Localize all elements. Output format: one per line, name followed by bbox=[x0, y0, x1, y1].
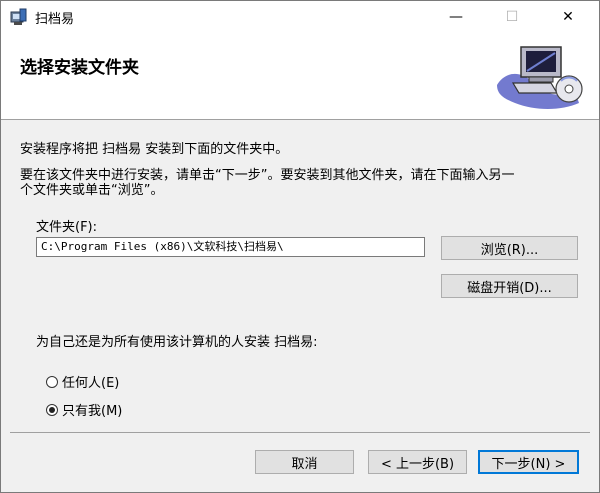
app-icon bbox=[10, 8, 27, 25]
browse-button-label: 浏览(R)... bbox=[480, 242, 539, 258]
computer-disc-icon bbox=[497, 46, 583, 109]
next-button-label: 下一步(N) > bbox=[491, 456, 566, 472]
maximize-icon: ☐ bbox=[505, 8, 519, 25]
instruction-text-line-2: 个文件夹或单击“浏览”。 bbox=[20, 183, 164, 198]
wizard-header: 选择安装文件夹 bbox=[1, 32, 599, 120]
radio-just-me[interactable]: 只有我(M) bbox=[46, 400, 122, 419]
radio-everyone-label: 任何人(E) bbox=[62, 376, 120, 391]
minimize-button[interactable]: — bbox=[433, 1, 479, 32]
radio-everyone[interactable]: 任何人(E) bbox=[46, 372, 119, 391]
back-button-label: < 上一步(B) bbox=[380, 456, 455, 472]
disk-cost-button-label: 磁盘开销(D)... bbox=[467, 280, 552, 296]
cancel-button[interactable]: 取消 bbox=[255, 450, 354, 474]
cancel-button-label: 取消 bbox=[291, 456, 318, 472]
disk-cost-button[interactable]: 磁盘开销(D)... bbox=[441, 274, 578, 298]
radio-just-me-indicator[interactable] bbox=[46, 403, 58, 416]
page-title: 选择安装文件夹 bbox=[20, 58, 139, 78]
footer-divider bbox=[10, 432, 590, 433]
browse-button[interactable]: 浏览(R)... bbox=[441, 236, 578, 260]
maximize-button: ☐ bbox=[489, 1, 535, 32]
title-bar[interactable]: 扫档易 — ☐ ✕ bbox=[1, 1, 599, 32]
installer-window: 扫档易 — ☐ ✕ 选择安装文件夹 安装程序将把 扫档易 安装到下面的文件夹中。… bbox=[0, 0, 600, 493]
radio-just-me-label: 只有我(M) bbox=[62, 404, 123, 419]
folder-label: 文件夹(F): bbox=[36, 220, 98, 235]
radio-everyone-indicator[interactable] bbox=[46, 375, 58, 388]
folder-path-input[interactable]: C:\Program Files (x86)\文软科技\扫档易\ bbox=[36, 237, 425, 257]
minimize-icon: — bbox=[449, 8, 463, 25]
window-title: 扫档易 bbox=[35, 12, 75, 27]
close-button[interactable]: ✕ bbox=[545, 1, 591, 32]
close-icon: ✕ bbox=[562, 8, 574, 25]
intro-text: 安装程序将把 扫档易 安装到下面的文件夹中。 bbox=[20, 142, 289, 157]
back-button[interactable]: < 上一步(B) bbox=[368, 450, 467, 474]
next-button[interactable]: 下一步(N) > bbox=[478, 450, 579, 474]
install-for-prompt: 为自己还是为所有使用该计算机的人安装 扫档易: bbox=[36, 335, 318, 350]
